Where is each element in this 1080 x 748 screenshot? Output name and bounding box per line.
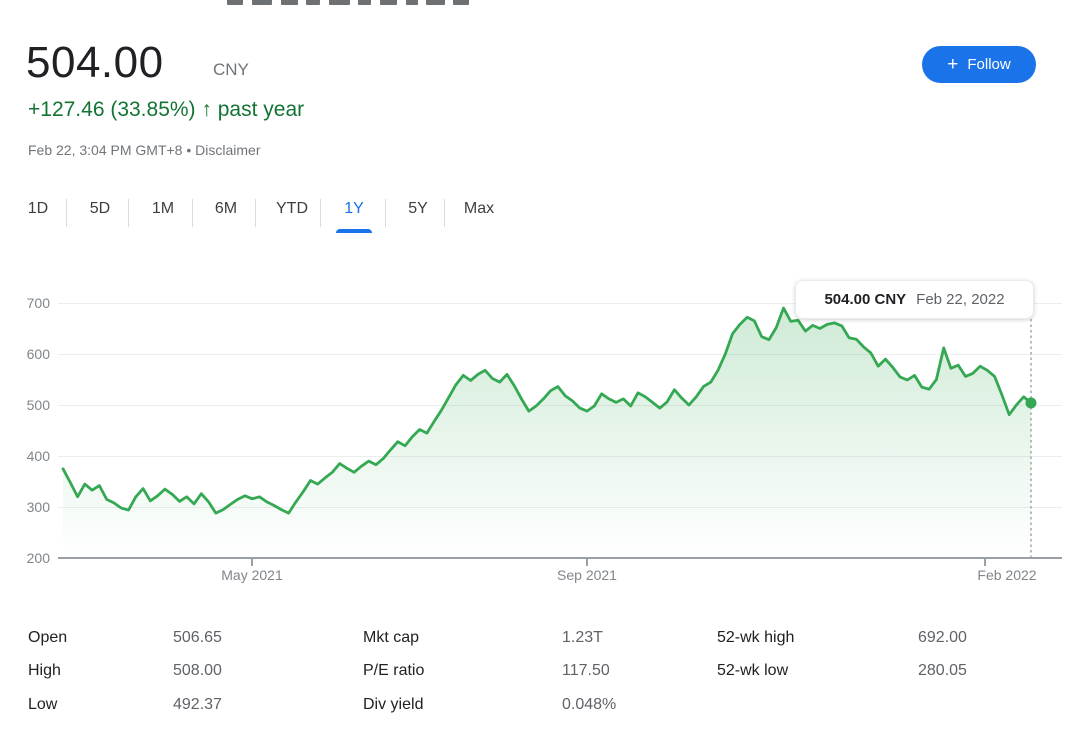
x-tick-label: Feb 2022 (962, 567, 1052, 583)
gridline-600 (58, 354, 1062, 355)
disclaimer-link[interactable]: Disclaimer (195, 142, 260, 158)
stat-value: 508.00 (173, 662, 222, 680)
x-tick-label: Sep 2021 (542, 567, 632, 583)
stat-label: Open (28, 629, 67, 647)
y-tick-label: 400 (8, 448, 50, 464)
change-amount: +127.46 (33.85%) (28, 98, 196, 121)
stat-value: 1.23T (562, 629, 603, 647)
change-period: past year (218, 98, 304, 121)
stat-label: 52-wk low (717, 662, 788, 680)
tab-6m[interactable]: 6M (195, 196, 257, 234)
selected-tab-underline (336, 229, 372, 233)
stat-label: Div yield (363, 696, 423, 714)
finance-quote-page: 504.00 CNY + Follow +127.46 (33.85%) ↑ p… (0, 0, 1080, 748)
stat-value: 692.00 (918, 629, 967, 647)
x-tick (251, 559, 253, 566)
stat-label: Low (28, 696, 57, 714)
up-arrow-icon: ↑ (201, 98, 212, 121)
price-change: +127.46 (33.85%) ↑ past year (28, 98, 304, 122)
follow-button-label: Follow (967, 56, 1010, 73)
follow-button[interactable]: + Follow (922, 46, 1036, 83)
gridline-300 (58, 507, 1062, 508)
dot-separator: • (186, 142, 191, 158)
y-tick-label: 300 (8, 499, 50, 515)
stock-price: 504.00 (26, 38, 164, 88)
price-line (63, 308, 1031, 513)
last-price-dot (1026, 398, 1037, 409)
tab-5d[interactable]: 5D (69, 196, 131, 234)
tab-divider (192, 199, 193, 227)
y-tick-label: 500 (8, 397, 50, 413)
tab-5y[interactable]: 5Y (387, 196, 449, 234)
area-fill (63, 308, 1031, 558)
x-axis-baseline (58, 557, 1062, 559)
tab-divider (385, 199, 386, 227)
stat-value: 117.50 (562, 662, 610, 680)
quote-timestamp: Feb 22, 3:04 PM GMT+8 • Disclaimer (28, 142, 261, 158)
x-tick-label: May 2021 (207, 567, 297, 583)
y-tick-label: 600 (8, 346, 50, 362)
y-tick-label: 200 (8, 550, 50, 566)
stat-value: 0.048% (562, 696, 616, 714)
tab-divider (320, 199, 321, 227)
tab-divider (444, 199, 445, 227)
stat-value: 506.65 (173, 629, 222, 647)
tooltip-price: 504.00 CNY (824, 291, 906, 308)
tab-divider (66, 199, 67, 227)
x-tick (984, 559, 986, 566)
tab-divider (255, 199, 256, 227)
gridline-500 (58, 405, 1062, 406)
tab-max[interactable]: Max (448, 196, 510, 234)
stat-label: 52-wk high (717, 629, 794, 647)
timestamp-text: Feb 22, 3:04 PM GMT+8 (28, 142, 182, 158)
stat-label: P/E ratio (363, 662, 424, 680)
tab-1y[interactable]: 1Y (323, 196, 385, 234)
y-tick-label: 700 (8, 295, 50, 311)
tab-ytd[interactable]: YTD (261, 196, 323, 234)
currency-code: CNY (213, 60, 249, 80)
chart-tooltip: 504.00 CNY Feb 22, 2022 (795, 280, 1034, 319)
gridline-400 (58, 456, 1062, 457)
tab-1d[interactable]: 1D (7, 196, 69, 234)
tab-divider (128, 199, 129, 227)
tooltip-date: Feb 22, 2022 (916, 291, 1004, 308)
stat-value: 492.37 (173, 696, 222, 714)
stat-label: High (28, 662, 61, 680)
stat-label: Mkt cap (363, 629, 419, 647)
tab-1m[interactable]: 1M (132, 196, 194, 234)
x-tick (586, 559, 588, 566)
plus-icon: + (947, 55, 958, 74)
stat-value: 280.05 (918, 662, 967, 680)
